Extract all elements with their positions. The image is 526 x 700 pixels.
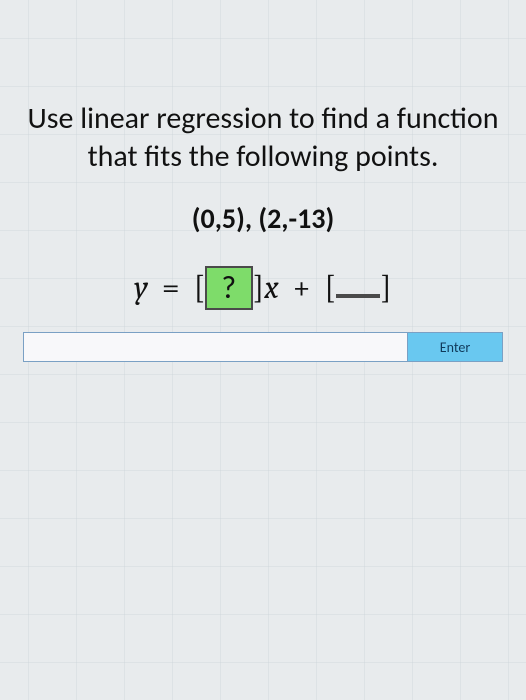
equation-template: y = [?]x + [ ] [134,266,392,310]
plus-sign: + [287,269,317,306]
equals-sign: = [156,269,186,306]
answer-input-row: Enter [23,332,503,362]
data-points: (0,5), (2,-13) [192,201,334,236]
answer-input[interactable] [24,333,407,361]
slope-blank[interactable]: ? [205,266,252,310]
enter-button[interactable]: Enter [407,333,502,361]
intercept-open-bracket: [ [325,269,337,306]
intercept-blank[interactable] [336,294,380,298]
slope-open-bracket: [ [194,269,206,306]
intercept-close-bracket: ] [380,269,392,306]
x-variable: x [264,269,279,306]
question-prompt: Use linear regression to find a function… [23,100,503,175]
lhs-variable: y [134,269,148,306]
slope-close-bracket: ] [253,269,265,306]
